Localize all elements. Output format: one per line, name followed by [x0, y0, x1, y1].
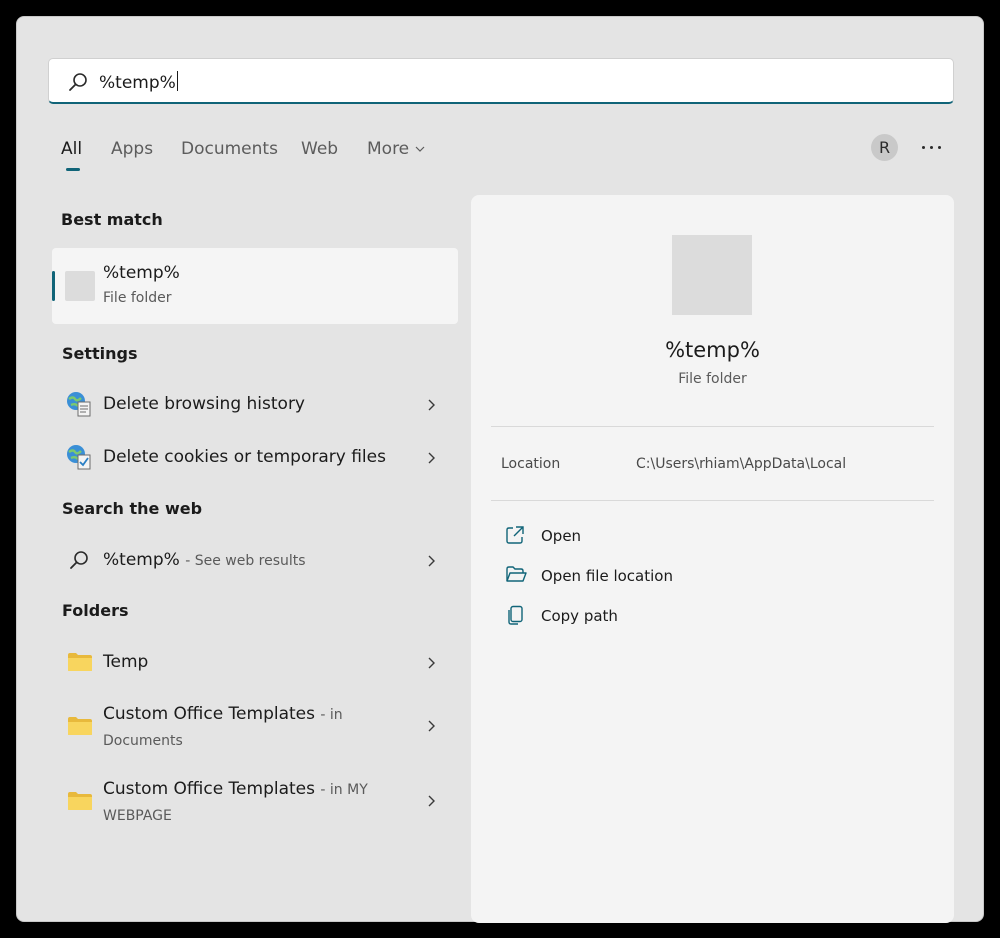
best-match-title: %temp% — [103, 263, 180, 283]
divider — [491, 426, 934, 427]
active-tab-indicator — [66, 168, 80, 171]
folder-item-temp[interactable]: Temp — [52, 649, 458, 675]
selection-indicator — [52, 271, 55, 301]
chevron-right-icon — [428, 555, 435, 567]
search-icon — [69, 73, 87, 91]
folder-item-custom-office-templates-documents[interactable]: Custom Office Templates - in Documents — [52, 701, 458, 753]
web-query: %temp% — [103, 550, 180, 570]
folder-item-suffix: - in — [320, 707, 343, 723]
settings-item-delete-browsing-history[interactable]: Delete browsing history — [52, 391, 458, 417]
settings-item-label: Delete browsing history — [103, 394, 305, 414]
preview-thumbnail — [672, 235, 752, 315]
preview-subtitle: File folder — [678, 371, 747, 387]
folder-icon — [68, 792, 92, 810]
tab-all[interactable]: All — [61, 139, 82, 171]
folders-heading: Folders — [62, 601, 129, 620]
best-match-heading: Best match — [61, 210, 163, 229]
tab-more[interactable]: More — [367, 139, 425, 159]
action-copy-path[interactable]: Copy path — [505, 602, 805, 630]
user-avatar[interactable]: R — [871, 134, 898, 161]
settings-heading: Settings — [62, 344, 138, 363]
text-caret — [176, 71, 178, 91]
best-match-subtitle: File folder — [103, 290, 172, 306]
action-open[interactable]: Open — [505, 522, 805, 550]
tab-apps[interactable]: Apps — [111, 139, 153, 159]
open-external-icon — [506, 526, 524, 544]
folder-item-location: Documents — [103, 733, 183, 749]
settings-item-label: Delete cookies or temporary files — [103, 447, 386, 467]
action-label: Open — [541, 527, 582, 545]
folder-thumbnail — [65, 271, 95, 301]
preview-pane: %temp% File folder Location C:\Users\rhi… — [471, 195, 954, 923]
folder-icon — [68, 717, 92, 735]
action-label: Open file location — [541, 567, 673, 585]
preview-title: %temp% — [665, 338, 760, 362]
start-search-panel: %temp% All Apps Documents Web More R Bes… — [16, 16, 984, 923]
search-web-heading: Search the web — [62, 499, 203, 518]
settings-item-delete-cookies[interactable]: Delete cookies or temporary files — [52, 444, 458, 470]
more-options-icon[interactable] — [919, 137, 945, 157]
internet-options-icon — [67, 445, 91, 470]
folder-item-suffix: - in MY — [320, 782, 368, 798]
copy-icon — [508, 605, 523, 625]
search-box[interactable]: %temp% — [48, 58, 954, 104]
web-search-item[interactable]: %temp% - See web results — [52, 547, 458, 573]
folder-item-label: Custom Office Templates — [103, 704, 315, 724]
chevron-right-icon — [428, 452, 435, 464]
chevron-down-icon — [415, 146, 425, 152]
folder-icon — [68, 653, 92, 671]
best-match-item[interactable]: %temp% File folder — [52, 248, 458, 324]
web-suffix: - See web results — [185, 553, 306, 569]
search-input[interactable]: %temp% — [99, 71, 178, 93]
location-value: C:\Users\rhiam\AppData\Local — [636, 456, 847, 472]
location-label: Location — [501, 456, 561, 472]
action-label: Copy path — [541, 607, 618, 625]
chevron-right-icon — [428, 399, 435, 411]
folder-item-custom-office-templates-webpage[interactable]: Custom Office Templates - in MY WEBPAGE — [52, 776, 458, 828]
folder-item-label: Temp — [103, 652, 149, 672]
tab-web[interactable]: Web — [301, 139, 338, 159]
chevron-right-icon — [428, 657, 435, 669]
folder-open-icon — [506, 566, 527, 582]
tab-documents[interactable]: Documents — [181, 139, 278, 159]
action-open-file-location[interactable]: Open file location — [505, 562, 805, 590]
chevron-right-icon — [428, 720, 435, 732]
chevron-right-icon — [428, 795, 435, 807]
folder-item-location: WEBPAGE — [103, 808, 172, 824]
internet-options-icon — [67, 392, 91, 417]
search-icon — [70, 551, 88, 569]
divider — [491, 500, 934, 501]
folder-item-label: Custom Office Templates — [103, 779, 315, 799]
